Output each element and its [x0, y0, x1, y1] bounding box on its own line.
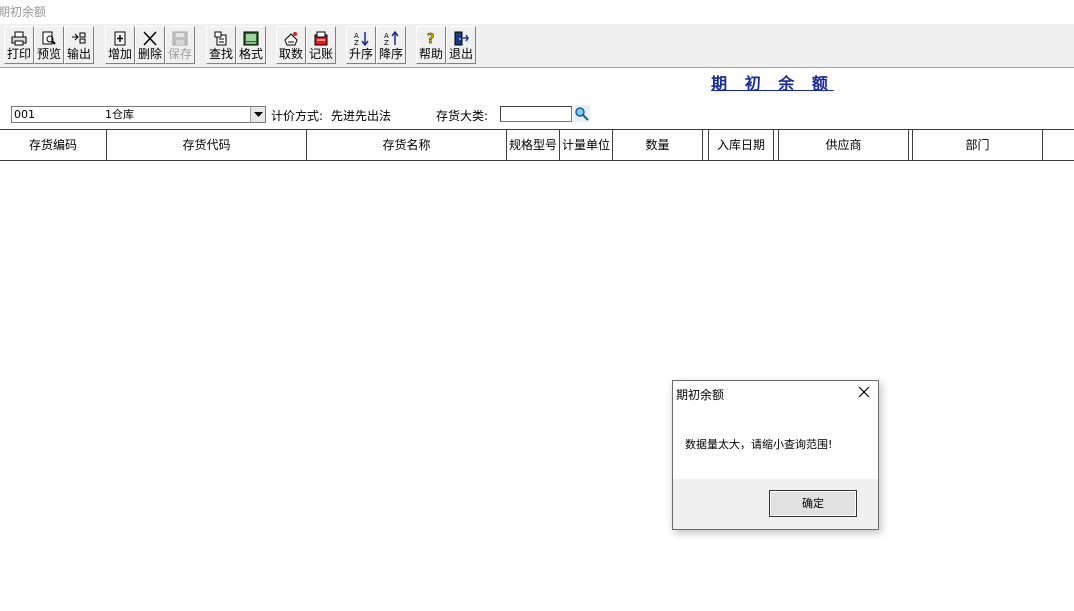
- print-button[interactable]: 打印: [4, 26, 34, 64]
- help-button[interactable]: ? 帮助: [416, 26, 446, 64]
- column-header-stock-id[interactable]: 存货代码: [107, 130, 307, 160]
- add-button[interactable]: 增加: [105, 26, 135, 64]
- search-icon[interactable]: [573, 105, 590, 122]
- toolbar: 打印 预览 输出 增加 删除 保存 查找 格式 取数 记账 A Z 升序 A Z…: [0, 24, 1074, 68]
- preview-icon: [40, 30, 58, 47]
- find-label: 查找: [208, 47, 233, 61]
- grid-header: 存货编码 存货代码 存货名称 规格型号 计量单位 数量 入库日期 供应商 部门: [0, 129, 1074, 161]
- message-dialog: 期初余额 数据量太大，请缩小查询范围! 确定: [672, 380, 879, 530]
- sort-desc-button[interactable]: AZ 降序: [376, 26, 406, 64]
- toolbar-group-edit: 增加 删除 保存: [105, 26, 195, 64]
- export-button[interactable]: 输出: [64, 26, 94, 64]
- preview-button[interactable]: 预览: [34, 26, 64, 64]
- delete-label: 删除: [137, 47, 162, 61]
- export-icon: [70, 30, 88, 47]
- svg-text:Z: Z: [354, 39, 359, 46]
- sort-desc-label: 降序: [378, 47, 403, 61]
- exit-icon: [452, 30, 470, 47]
- post-icon: [312, 30, 330, 47]
- warehouse-code: 001: [14, 108, 35, 121]
- sort-asc-label: 升序: [348, 47, 373, 61]
- category-input[interactable]: [500, 106, 572, 122]
- toolbar-group-data: 取数 记账: [276, 26, 336, 64]
- help-label: 帮助: [418, 47, 443, 61]
- dialog-title: 期初余额: [676, 388, 725, 402]
- column-header-hidden-4[interactable]: [1043, 130, 1074, 160]
- fetch-button[interactable]: 取数: [276, 26, 306, 64]
- toolbar-group-find: 查找 格式: [206, 26, 266, 64]
- sort-asc-icon: AZ: [352, 30, 370, 47]
- help-icon: ?: [422, 30, 440, 47]
- save-icon: [171, 30, 189, 47]
- column-header-stock-name[interactable]: 存货名称: [307, 130, 507, 160]
- export-label: 输出: [66, 47, 91, 61]
- window-titlebar: 期初余额: [0, 0, 1074, 24]
- printer-icon: [10, 30, 28, 47]
- dialog-footer: 确定: [673, 479, 878, 529]
- delete-icon: [141, 30, 159, 47]
- format-button[interactable]: 格式: [236, 26, 266, 64]
- pricing-method-value: 先进先出法: [331, 109, 392, 123]
- page-title: 期 初 余 额: [711, 74, 834, 93]
- column-header-department[interactable]: 部门: [913, 130, 1043, 160]
- warehouse-name: 1仓库: [105, 108, 134, 121]
- find-button[interactable]: 查找: [206, 26, 236, 64]
- toolbar-group-sort: AZ 升序 AZ 降序: [346, 26, 406, 64]
- column-header-entry-date[interactable]: 入库日期: [709, 130, 774, 160]
- post-label: 记账: [308, 47, 333, 61]
- print-label: 打印: [6, 47, 31, 61]
- add-icon: [111, 30, 129, 47]
- column-header-spec[interactable]: 规格型号: [507, 130, 560, 160]
- preview-label: 预览: [36, 47, 61, 61]
- dropdown-arrow-icon[interactable]: [250, 107, 265, 122]
- exit-label: 退出: [448, 47, 473, 61]
- add-label: 增加: [107, 47, 132, 61]
- format-icon: [242, 30, 260, 47]
- window-title: 期初余额: [0, 5, 47, 19]
- fetch-icon: [282, 30, 300, 47]
- format-label: 格式: [238, 47, 263, 61]
- save-button[interactable]: 保存: [165, 26, 195, 64]
- close-icon[interactable]: [858, 386, 870, 398]
- post-button[interactable]: 记账: [306, 26, 336, 64]
- svg-text:?: ?: [427, 32, 435, 46]
- warehouse-select[interactable]: 001 1仓库: [11, 106, 266, 123]
- sort-asc-button[interactable]: AZ 升序: [346, 26, 376, 64]
- column-header-supplier[interactable]: 供应商: [779, 130, 909, 160]
- filter-bar: 001 1仓库 计价方式: 先进先出法 存货大类:: [0, 104, 1074, 126]
- pricing-method-label: 计价方式:: [271, 109, 324, 123]
- sort-desc-icon: AZ: [382, 30, 400, 47]
- delete-button[interactable]: 删除: [135, 26, 165, 64]
- column-header-quantity[interactable]: 数量: [613, 130, 703, 160]
- ok-button[interactable]: 确定: [769, 490, 857, 517]
- svg-text:Z: Z: [384, 39, 389, 46]
- dialog-message: 数据量太大，请缩小查询范围!: [685, 438, 833, 451]
- fetch-label: 取数: [278, 47, 303, 61]
- find-icon: [212, 30, 230, 47]
- toolbar-group-output: 打印 预览 输出: [4, 26, 94, 64]
- save-label: 保存: [167, 47, 192, 61]
- column-header-unit[interactable]: 计量单位: [560, 130, 613, 160]
- category-label: 存货大类:: [436, 109, 489, 123]
- column-header-stock-code[interactable]: 存货编码: [0, 130, 107, 160]
- exit-button[interactable]: 退出: [446, 26, 476, 64]
- toolbar-group-misc: ? 帮助 退出: [416, 26, 476, 64]
